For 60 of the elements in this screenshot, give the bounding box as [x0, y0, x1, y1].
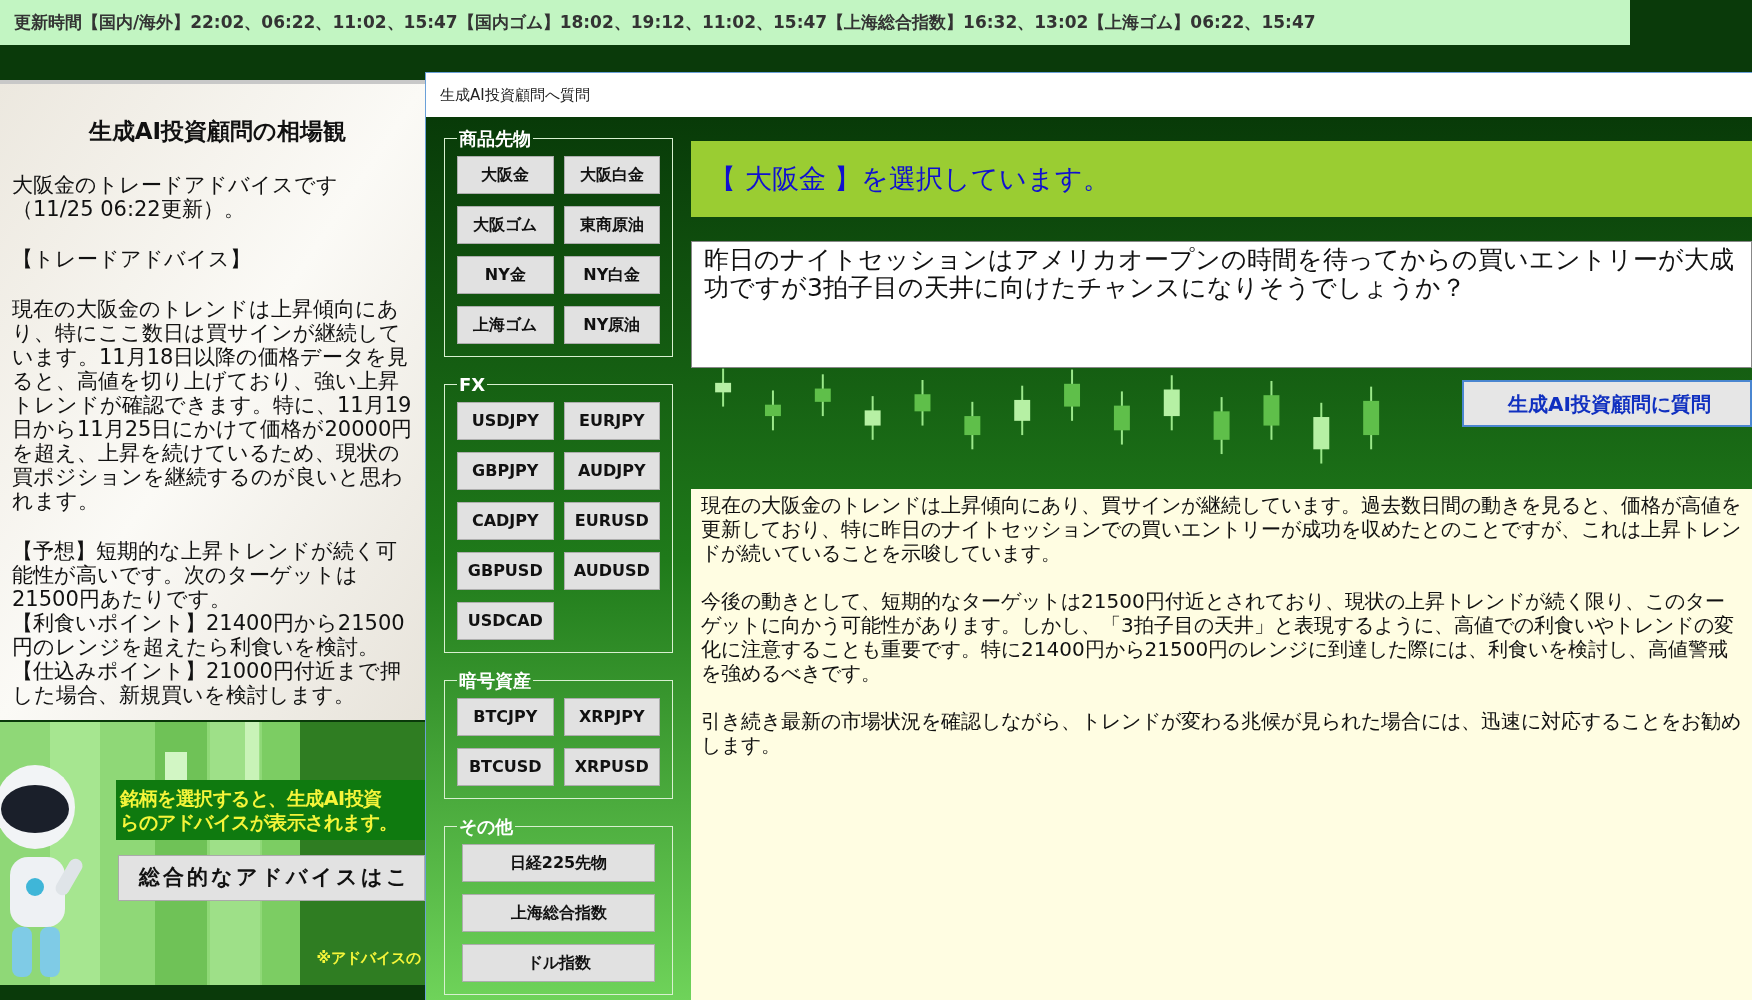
candlestick [1363, 385, 1380, 451]
panel-title: 生成AI投資顧問の相場観 [87, 117, 348, 146]
candlestick [1263, 379, 1280, 441]
symbol-button[interactable]: NY白金 [563, 256, 660, 294]
candlestick [964, 400, 981, 451]
symbol-button[interactable]: ドル指数 [462, 944, 655, 982]
ask-advisor-button[interactable]: 生成AI投資顧問に質問 [1462, 380, 1752, 427]
message-text: らのアドバイスが表示されます。 [120, 810, 399, 834]
candlestick [765, 389, 781, 432]
symbol-button[interactable]: USDCAD [457, 602, 554, 640]
symbol-button[interactable]: USDJPY [457, 402, 554, 440]
answer-text: 引き続き最新の市場状況を確認しながら、トレンドが変わる兆候が見られた場合には、迅速に対応することをお勧めします。 [701, 709, 1742, 757]
symbol-button[interactable]: 大阪白金 [563, 156, 660, 194]
group-label: 商品先物 [458, 127, 532, 151]
message-text: 銘柄を選択すると、生成AI投資 [120, 786, 383, 810]
selection-banner: 【 大阪金 】を選択しています。 [691, 141, 1752, 217]
symbol-button[interactable]: 上海ゴム [457, 306, 554, 344]
advice-text: 【仕込みポイント】21000円付近まで押した場合、新規買いを検討します。 [12, 658, 402, 707]
symbol-button[interactable]: EURJPY [563, 402, 660, 440]
candlestick [715, 367, 732, 408]
candlestick [1064, 368, 1081, 422]
group-label: その他 [458, 815, 514, 839]
symbol-button[interactable]: 上海総合指数 [462, 894, 655, 932]
candlestick [1213, 396, 1230, 456]
candlestick [1163, 374, 1180, 432]
symbol-button[interactable]: NY原油 [563, 306, 660, 344]
symbol-button[interactable]: BTCUSD [457, 748, 554, 786]
symbol-button[interactable]: AUDJPY [563, 452, 660, 490]
symbol-button[interactable]: 大阪ゴム [457, 206, 554, 244]
candlestick [864, 395, 881, 441]
group-label: 暗号資産 [458, 669, 532, 693]
symbol-button[interactable]: XRPJPY [563, 698, 660, 736]
candlestick [914, 379, 931, 427]
symbol-button[interactable]: 東商原油 [563, 206, 660, 244]
advice-text: 【利食いポイント】21400円から21500円のレンジを超えたら利食いを検討。 [12, 610, 406, 659]
symbol-button[interactable]: EURUSD [563, 502, 660, 540]
advice-text: 【予想】短期的な上昇トレンドが続く可能性が高いです。次のターゲットは21500円あたりです。 [12, 538, 398, 611]
answer-text: 現在の大阪金のトレンドは上昇傾向にあり、買サインが継続しています。過去数日間の動きを見ると、価格が高値を更新しており、特に昨日のナイトセッションでの買いエントリーが成功を収めたとのことですが、これは上昇トレンドが続いていることを示唆しています。 [701, 493, 1742, 565]
advice-note: ※アドバイスの [316, 948, 421, 969]
advice-text: 【トレードアドバイス】 [12, 246, 252, 271]
advice-text: 大阪金のトレードアドバイスです（11/25 06:22更新）。 [12, 172, 339, 221]
overall-advice-button[interactable]: 総合的なアドバイスはこ [118, 855, 425, 901]
symbol-button[interactable]: GBPJPY [457, 452, 554, 490]
symbol-button[interactable]: 日経225先物 [462, 844, 655, 882]
candlestick [814, 373, 831, 418]
candlestick [1313, 401, 1330, 465]
symbol-button[interactable]: AUDUSD [563, 552, 660, 590]
symbol-button[interactable]: GBPUSD [457, 552, 554, 590]
group-label: FX [458, 373, 487, 397]
symbol-button[interactable]: XRPUSD [563, 748, 660, 786]
advice-text: 現在の大阪金のトレンドは上昇傾向にあり、特にここ数日は買サインが継続しています。11月18日以降の価格データを見ると、高値を切り上げており、強い上昇トレンドが確認できます。特に、11月19日から11月25日にかけて価格が20000円を超え、上昇を続けているため、現状の買ポジションを継続するのが良いと思われます。 [12, 296, 413, 513]
candlestick [1113, 390, 1130, 446]
answer-text: 今後の動きとして、短期的なターゲットは21500円付近とされており、現状の上昇トレンドが続く限り、このターゲットに向かう可能性があります。しかし、「3拍子目の天井」と表現するように、高値での利食いやトレンドの変化に注意することも重要です。特に21400円から21500円のレンジに到達した際には、利食いを検討し、高値警戒を強めるべきです。 [701, 589, 1735, 685]
question-field[interactable]: 昨日のナイトセッションはアメリカオープンの時間を待ってからの買いエントリーが大成功ですが3拍子目の天井に向けたチャンスになりそうでしょうか？ [691, 241, 1752, 368]
symbol-button[interactable]: BTCJPY [457, 698, 554, 736]
symbol-button[interactable]: CADJPY [457, 502, 554, 540]
update-times-bar: 更新時間【国内/海外】22:02、06:22、11:02、15:47【国内ゴム】18:02、19:12、11:02、15:47【上海総合指数】16:32、13:02【上海ゴム】06:22、15:47 [0, 0, 1630, 45]
candlestick [1014, 384, 1031, 437]
symbol-button[interactable]: 大阪金 [457, 156, 554, 194]
symbol-button[interactable]: NY金 [457, 256, 554, 294]
